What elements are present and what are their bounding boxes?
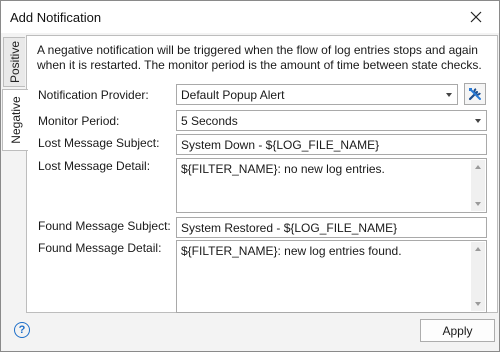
found-subject-value: System Restored - ${LOG_FILE_NAME} [181,221,398,235]
found-detail-textarea[interactable]: ${FILTER_NAME}: new log entries found. [176,240,487,313]
help-glyph: ? [18,324,26,336]
lost-detail-label: Lost Message Detail: [38,159,151,173]
dialog-window: Add Notification Positive Negative A neg… [0,0,500,352]
provider-value: Default Popup Alert [181,88,285,102]
scroll-up-icon[interactable] [475,165,481,169]
found-subject-input[interactable]: System Restored - ${LOG_FILE_NAME} [176,217,487,238]
negative-tab-panel: A negative notification will be triggere… [26,35,498,313]
found-detail-label: Found Message Detail: [38,241,162,255]
lost-subject-value: System Down - ${LOG_FILE_NAME} [181,138,380,152]
found-subject-label: Found Message Subject: [38,219,171,233]
tab-positive-label: Positive [7,40,22,84]
monitor-period-label: Monitor Period: [38,114,120,128]
apply-button-label: Apply [442,323,473,338]
provider-select[interactable]: Default Popup Alert [176,84,458,105]
found-detail-value: ${FILTER_NAME}: new log entries found. [181,244,402,258]
provider-settings-button[interactable] [464,83,486,105]
found-detail-scrollbar[interactable] [471,242,485,311]
scroll-down-icon[interactable] [475,202,481,206]
description-text: A negative notification will be triggere… [37,43,482,72]
tab-negative[interactable]: Negative [2,89,28,151]
chevron-down-icon [475,119,481,123]
lost-detail-scrollbar[interactable] [471,160,485,211]
vertical-tab-strip: Positive Negative [1,33,28,351]
title-bar: Add Notification [1,1,499,33]
close-button[interactable] [453,1,499,33]
monitor-period-select[interactable]: 5 Seconds [176,110,487,131]
tab-positive[interactable]: Positive [3,37,25,87]
scroll-down-icon[interactable] [475,302,481,306]
monitor-period-value: 5 Seconds [181,114,238,128]
lost-detail-textarea[interactable]: ${FILTER_NAME}: no new log entries. [176,158,487,213]
apply-button[interactable]: Apply [420,319,495,342]
scroll-up-icon[interactable] [475,247,481,251]
provider-label: Notification Provider: [38,88,149,102]
dialog-client: Positive Negative A negative notificatio… [1,33,499,351]
chevron-down-icon [446,93,452,97]
tools-icon [468,88,481,101]
close-icon [470,11,482,23]
lost-subject-input[interactable]: System Down - ${LOG_FILE_NAME} [176,134,487,155]
tab-negative-label: Negative [8,96,23,144]
help-icon[interactable]: ? [14,322,30,338]
lost-detail-value: ${FILTER_NAME}: no new log entries. [181,162,385,176]
lost-subject-label: Lost Message Subject: [38,136,160,150]
window-title: Add Notification [10,10,102,25]
